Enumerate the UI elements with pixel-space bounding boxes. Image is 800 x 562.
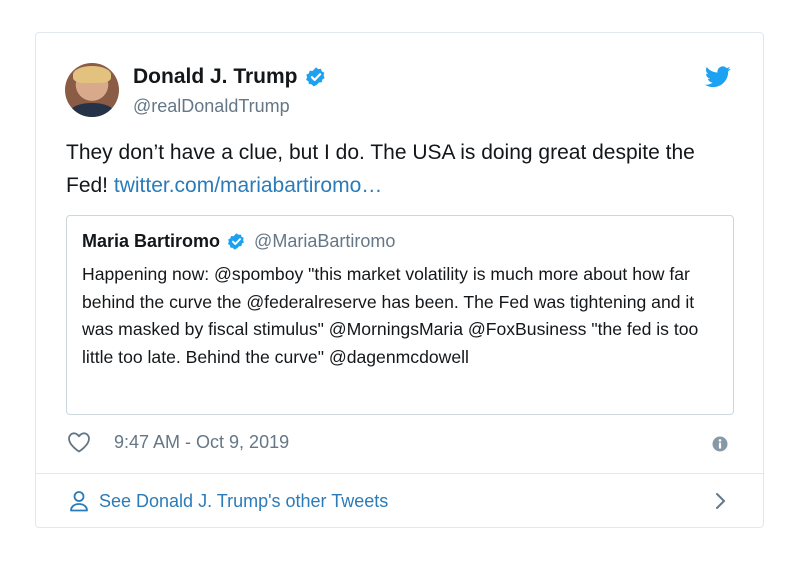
heart-icon[interactable] — [66, 431, 92, 453]
timestamp[interactable]: 9:47 AM - Oct 9, 2019 — [114, 432, 289, 453]
tweet-text: They don’t have a clue, but I do. The US… — [66, 136, 736, 202]
other-tweets-link[interactable]: See Donald J. Trump's other Tweets — [69, 490, 388, 512]
twitter-bird-icon[interactable] — [705, 66, 731, 88]
info-icon[interactable] — [712, 436, 728, 452]
person-icon — [70, 491, 88, 512]
author-display-name[interactable]: Donald J. Trump — [133, 65, 298, 89]
author-handle[interactable]: @realDonaldTrump — [133, 96, 290, 117]
verified-badge-icon — [305, 67, 325, 87]
divider — [36, 473, 763, 474]
tweet-link[interactable]: twitter.com/mariabartiromo… — [114, 174, 382, 197]
author-name-row: Donald J. Trump — [133, 65, 327, 89]
chevron-right-icon[interactable] — [714, 491, 728, 511]
quoted-handle: @MariaBartiromo — [254, 231, 396, 251]
embedded-tweet-card: Donald J. Trump @realDonaldTrump They do… — [35, 32, 764, 528]
tweet-meta-row: 9:47 AM - Oct 9, 2019 — [66, 431, 289, 453]
other-tweets-label[interactable]: See Donald J. Trump's other Tweets — [99, 491, 388, 512]
quoted-display-name: Maria Bartiromo — [82, 231, 221, 251]
quoted-text: Happening now: @spomboy "this market vol… — [82, 264, 699, 367]
avatar-suit — [70, 103, 114, 117]
quoted-tweet[interactable]: Maria Bartiromo @MariaBartiromo Happenin… — [66, 215, 734, 415]
quoted-author-row: Maria Bartiromo @MariaBartiromo — [82, 231, 395, 252]
avatar[interactable] — [65, 63, 119, 117]
avatar-hair — [73, 66, 111, 83]
verified-badge-icon — [227, 233, 244, 250]
